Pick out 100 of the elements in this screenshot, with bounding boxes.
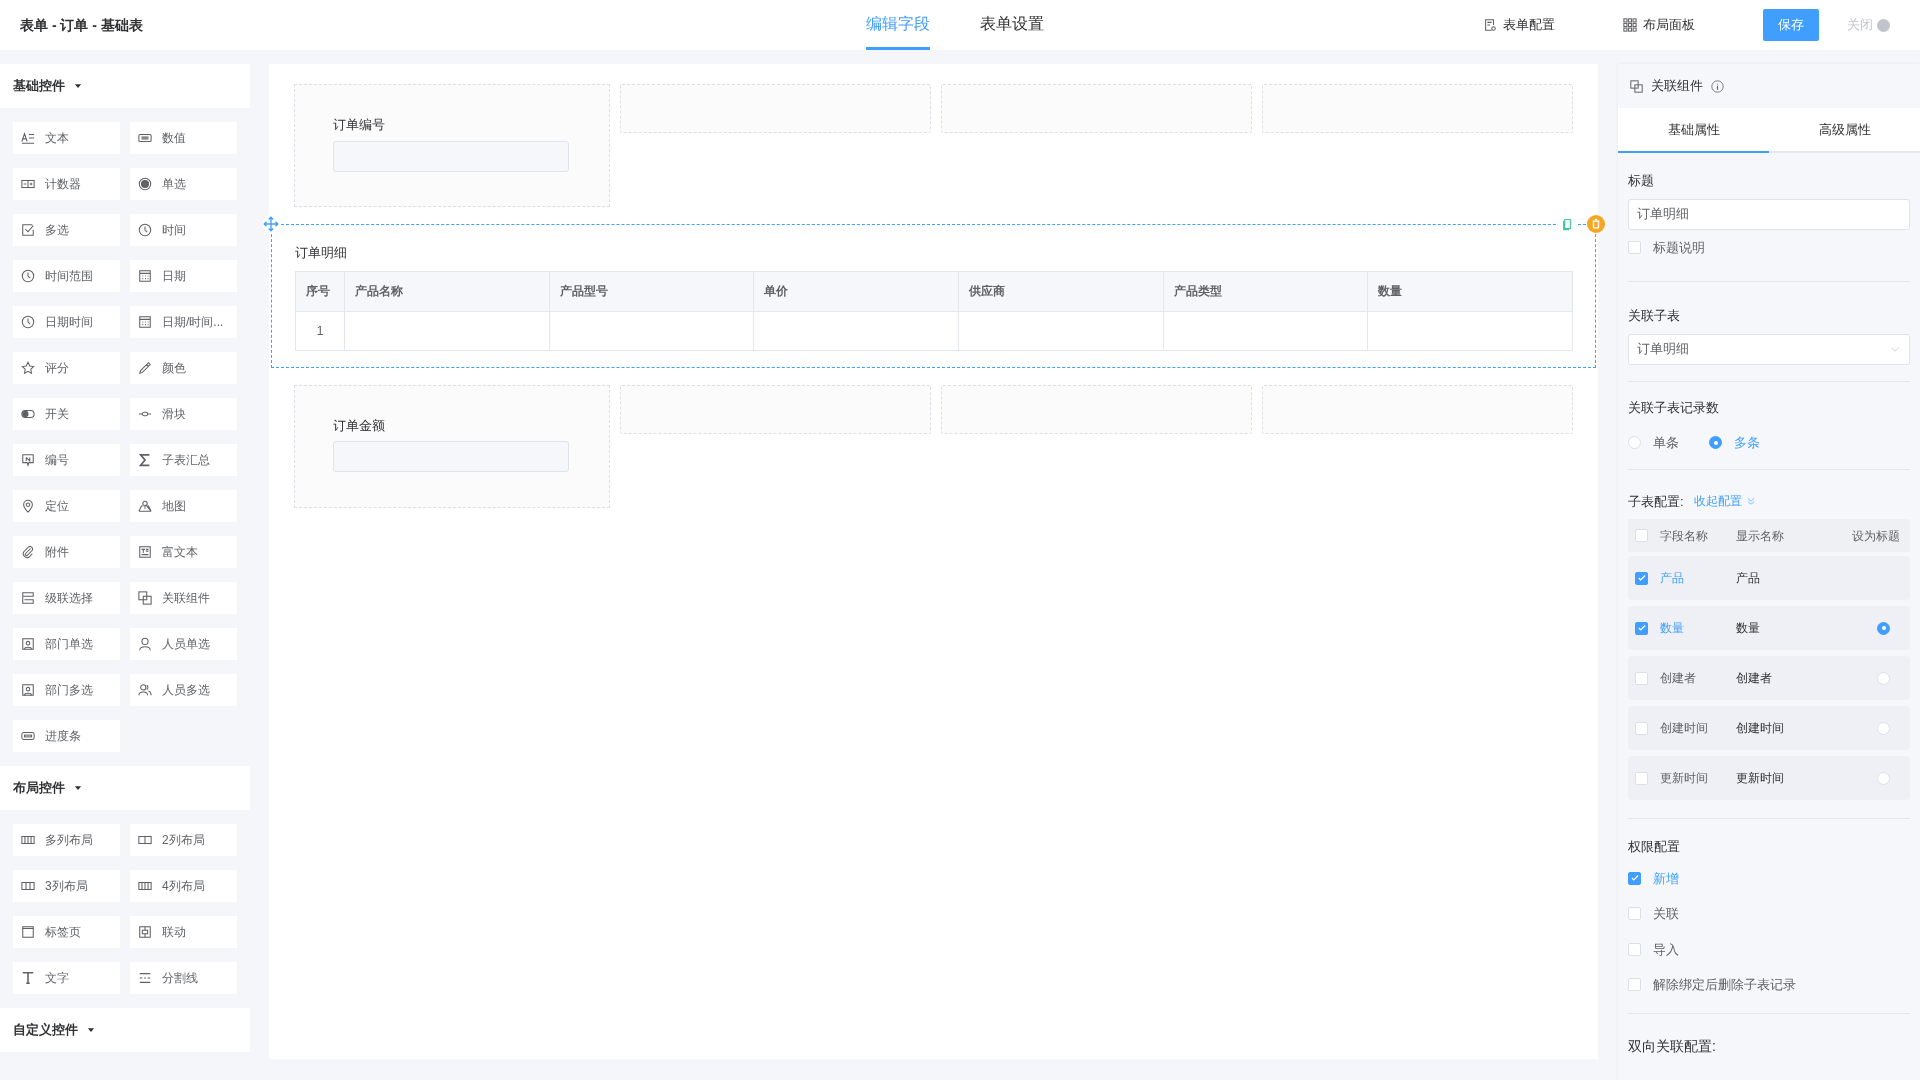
map-icon xyxy=(138,499,152,513)
palette-item[interactable]: 进度条 xyxy=(13,720,120,752)
palette-item[interactable]: 单选 xyxy=(130,168,237,200)
palette-item[interactable]: 标签页 xyxy=(13,916,120,948)
section-label: 子表配置: xyxy=(1628,492,1684,511)
subtable-block[interactable]: 订单明细 序号 产品名称 产品型号 单价 供应商 产品类型 数量 1 xyxy=(271,224,1596,368)
display-name: 产品 xyxy=(1736,570,1761,587)
radio-icon xyxy=(138,177,152,191)
checkbox[interactable] xyxy=(1635,571,1648,585)
palette-item[interactable]: 定位 xyxy=(13,490,120,522)
progress-bar-icon xyxy=(21,729,35,743)
text-format-icon xyxy=(21,131,35,145)
palette-item[interactable]: 人员多选 xyxy=(130,674,237,706)
column-header: 序号 xyxy=(295,271,345,311)
checkmark-icon xyxy=(1629,873,1640,884)
palette-item[interactable]: 日期 xyxy=(130,260,237,292)
empty-slot[interactable] xyxy=(620,384,931,434)
palette-item[interactable]: 富文本 xyxy=(130,536,237,568)
section-header[interactable]: 基础控件 xyxy=(0,64,250,108)
letter-t-icon xyxy=(21,971,35,985)
four-columns-icon xyxy=(21,833,35,847)
linked-squares-icon xyxy=(138,591,152,605)
checkbox-label: 关联 xyxy=(1653,905,1679,923)
palette-item[interactable]: 编号 xyxy=(13,444,120,476)
panel-tab[interactable]: 基础属性 xyxy=(1618,108,1769,153)
field-name: 数量 xyxy=(1660,620,1685,637)
form-field-card[interactable]: 订单编号 xyxy=(294,84,610,207)
palette-item[interactable]: 部门单选 xyxy=(13,628,120,660)
column-header: 产品型号 xyxy=(549,271,754,311)
palette-item[interactable]: 时间 xyxy=(130,214,237,246)
section-header[interactable]: 布局控件 xyxy=(0,766,250,810)
palette-item[interactable]: 评分 xyxy=(13,352,120,384)
toolbar-button[interactable]: 布局面板 xyxy=(1623,15,1695,35)
palette-item-label: 进度条 xyxy=(45,728,81,745)
info-icon xyxy=(1711,79,1724,93)
palette-item[interactable]: 级联选择 xyxy=(13,582,120,614)
palette-item-label: 定位 xyxy=(45,498,69,515)
palette-item[interactable]: 地图 xyxy=(130,490,237,522)
palette-item[interactable]: 附件 xyxy=(13,536,120,568)
tab-page-icon xyxy=(21,925,35,939)
palette-item[interactable]: 子表汇总 xyxy=(130,444,237,476)
checkbox-label: 新增 xyxy=(1653,869,1679,888)
palette-item[interactable]: 多列布局 xyxy=(13,824,120,856)
field-name: 更新时间 xyxy=(1660,770,1709,787)
palette-item[interactable]: 数值 xyxy=(130,122,237,154)
palette-item[interactable]: 计数器 xyxy=(13,168,120,200)
radio-button[interactable] xyxy=(1877,621,1890,635)
radio-label: 多条 xyxy=(1734,434,1760,452)
palette-item[interactable]: 滑块 xyxy=(130,398,237,430)
palette-item-label: 子表汇总 xyxy=(162,452,210,469)
empty-slot[interactable] xyxy=(620,84,931,133)
title-input[interactable]: 订单明细 xyxy=(1628,198,1910,230)
section-label: 关联子表记录数 xyxy=(1628,398,1720,417)
empty-slot[interactable] xyxy=(941,384,1252,434)
subtable-dropdown[interactable]: 订单明细 xyxy=(1628,333,1910,365)
field-name: 创建者 xyxy=(1660,670,1697,687)
palette-item[interactable]: 文本 xyxy=(13,122,120,154)
palette-item[interactable]: 开关 xyxy=(13,398,120,430)
palette-item[interactable]: 文字 xyxy=(13,962,120,994)
display-name: 创建时间 xyxy=(1736,720,1785,737)
palette-item[interactable]: 关联组件 xyxy=(130,582,237,614)
palette-item-label: 4列布局 xyxy=(162,878,205,895)
section-header[interactable]: 自定义控件 xyxy=(0,1008,250,1052)
delete-icon[interactable] xyxy=(1587,215,1605,233)
palette-item-label: 2列布局 xyxy=(162,832,205,849)
empty-slot[interactable] xyxy=(941,84,1252,133)
calendar-icon xyxy=(138,315,152,329)
palette-item[interactable]: 日期时间 xyxy=(13,306,120,338)
palette-item-label: 3列布局 xyxy=(45,878,88,895)
panel-tab[interactable]: 高级属性 xyxy=(1769,108,1920,153)
move-handle-icon[interactable] xyxy=(262,215,280,233)
palette-item[interactable]: 联动 xyxy=(130,916,237,948)
checkbox-label: 导入 xyxy=(1653,940,1679,959)
palette-item[interactable]: 颜色 xyxy=(130,352,237,384)
radio-label: 单条 xyxy=(1653,434,1679,452)
toolbar-button[interactable]: 表单配置 xyxy=(1483,15,1555,35)
palette-item[interactable]: 部门多选 xyxy=(13,674,120,706)
empty-slot[interactable] xyxy=(1262,384,1573,434)
palette-item[interactable]: 2列布局 xyxy=(130,824,237,856)
two-columns-icon xyxy=(138,833,152,847)
palette-item[interactable]: 多选 xyxy=(13,214,120,246)
checkbox[interactable] xyxy=(1628,871,1641,885)
palette-item[interactable]: 人员单选 xyxy=(130,628,237,660)
input-field[interactable] xyxy=(333,441,569,472)
palette-item[interactable]: 分割线 xyxy=(130,962,237,994)
input-field[interactable] xyxy=(333,140,569,172)
display-name: 创建者 xyxy=(1736,670,1773,687)
checkbox[interactable] xyxy=(1635,621,1648,635)
palette-item-label: 地图 xyxy=(162,498,186,515)
column-header: 产品名称 xyxy=(344,271,550,311)
radio-button[interactable] xyxy=(1709,436,1722,450)
palette-item-label: 文字 xyxy=(45,970,69,987)
palette-item[interactable]: 4列布局 xyxy=(130,870,237,902)
header-tab[interactable]: 表单设置 xyxy=(980,0,1044,50)
calendar-icon xyxy=(138,269,152,283)
palette-item[interactable]: 3列布局 xyxy=(13,870,120,902)
form-field-card[interactable]: 订单金额 xyxy=(294,384,610,508)
palette-item[interactable]: 时间范围 xyxy=(13,260,120,292)
palette-item[interactable]: 日期/时间... xyxy=(130,306,237,338)
empty-slot[interactable] xyxy=(1262,84,1573,133)
